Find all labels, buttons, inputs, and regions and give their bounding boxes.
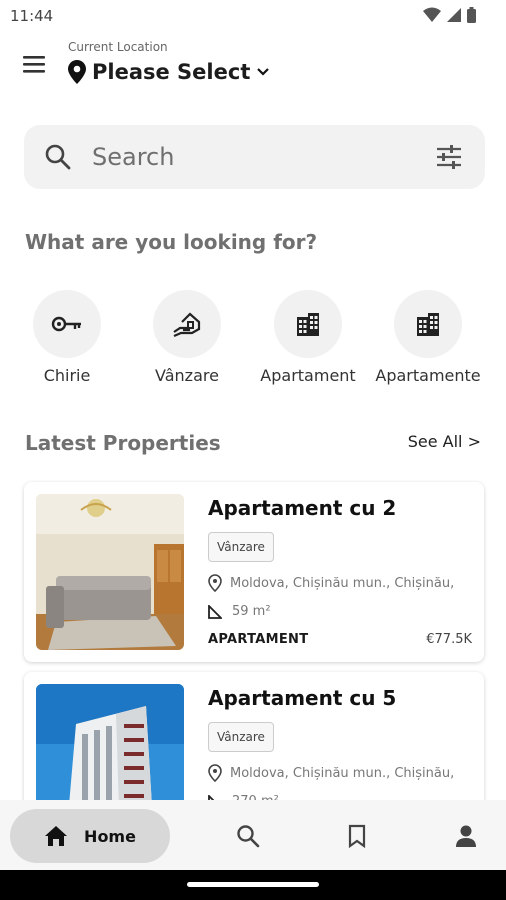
search-icon[interactable]	[236, 824, 260, 848]
category-circle	[394, 290, 462, 358]
property-listing-badge: Vânzare	[208, 532, 274, 562]
location-value: Please Select	[92, 60, 251, 84]
building-icon	[417, 313, 439, 336]
property-address-row: Moldova, Chișinău mun., Chișinău,	[208, 764, 454, 782]
set-square-icon	[208, 604, 222, 619]
property-type: APARTAMENT	[208, 632, 309, 647]
home-indicator[interactable]	[187, 882, 319, 887]
battery-icon	[467, 7, 476, 23]
category-label: Apartament	[260, 366, 356, 385]
location-caption: Current Location	[68, 40, 168, 54]
property-price: €77.5K	[426, 632, 472, 647]
categories-heading: What are you looking for?	[25, 230, 318, 254]
property-title: Apartament cu 5	[208, 686, 397, 710]
system-gesture-bar	[0, 870, 506, 900]
status-time: 11:44	[10, 7, 54, 25]
category-label: Apartamente	[375, 366, 481, 385]
category-apartament[interactable]: Apartament	[248, 290, 368, 385]
property-address: Moldova, Chișinău mun., Chișinău,	[230, 575, 455, 591]
bottom-navigation: Home	[0, 800, 506, 870]
property-listing-badge: Vânzare	[208, 722, 274, 752]
category-apartamente[interactable]: Apartamente	[368, 290, 488, 385]
location-selector[interactable]: Please Select	[68, 60, 270, 84]
category-circle	[274, 290, 342, 358]
hand-house-icon	[173, 312, 201, 338]
key-icon	[51, 316, 81, 332]
home-icon	[45, 826, 68, 846]
category-vanzare[interactable]: Vânzare	[127, 290, 247, 385]
hamburger-menu-icon	[23, 56, 45, 73]
category-circle	[33, 290, 101, 358]
filter-sliders-icon[interactable]	[435, 143, 463, 171]
property-address-row: Moldova, Chișinău mun., Chișinău,	[208, 574, 454, 592]
wifi-icon	[423, 7, 441, 22]
status-bar: 11:44	[0, 0, 506, 32]
see-all-link[interactable]: See All >	[408, 432, 481, 451]
building-icon	[297, 313, 319, 336]
property-address: Moldova, Chișinău mun., Chișinău,	[230, 765, 455, 781]
status-icons	[423, 7, 476, 23]
category-label: Chirie	[43, 366, 91, 385]
menu-button[interactable]	[22, 53, 48, 75]
latest-properties-heading: Latest Properties	[25, 431, 221, 455]
location-outline-icon	[208, 574, 222, 592]
search-input[interactable]	[92, 125, 412, 189]
bookmark-icon[interactable]	[347, 824, 367, 848]
search-bar[interactable]	[24, 125, 485, 189]
property-photo	[36, 494, 184, 650]
signal-icon	[447, 8, 461, 22]
person-icon[interactable]	[455, 824, 477, 848]
chevron-down-icon	[257, 68, 270, 76]
category-label: Vânzare	[155, 366, 219, 385]
property-area: 59 m²	[232, 604, 271, 619]
search-icon	[45, 144, 71, 170]
nav-home-tab[interactable]: Home	[10, 809, 170, 863]
property-card[interactable]: Apartament cu 2 Vânzare Moldova, Chișină…	[24, 482, 484, 662]
nav-home-label: Home	[84, 826, 136, 846]
location-outline-icon	[208, 764, 222, 782]
property-title: Apartament cu 2	[208, 496, 397, 520]
property-area-row: 59 m²	[208, 604, 271, 619]
location-pin-icon	[68, 60, 86, 84]
category-circle	[153, 290, 221, 358]
category-chirie[interactable]: Chirie	[7, 290, 127, 385]
